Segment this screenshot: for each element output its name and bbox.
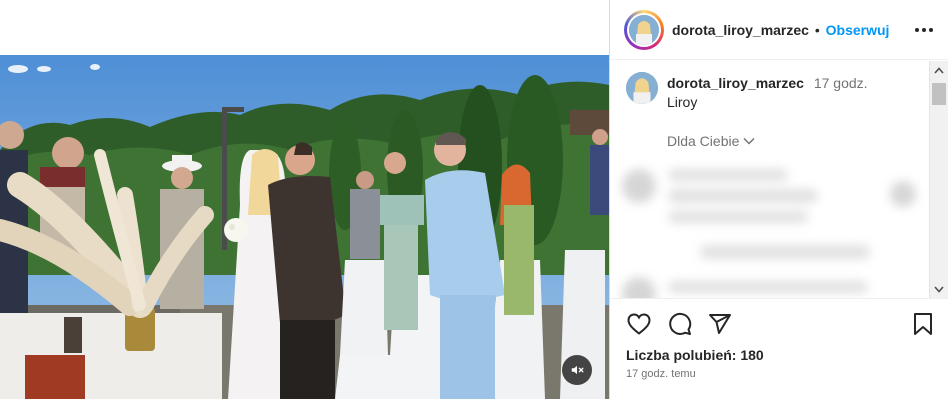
scroll-down-button[interactable] (930, 280, 948, 298)
mute-toggle-button[interactable] (562, 355, 592, 385)
heart-icon (627, 313, 651, 335)
story-ring-avatar[interactable] (624, 10, 664, 50)
save-button[interactable] (910, 311, 936, 337)
caption-time[interactable]: 17 godz. (814, 75, 868, 91)
post-header: dorota_liroy_marzec • Obserwuj (610, 0, 948, 60)
send-icon (709, 314, 731, 334)
post-timestamp[interactable]: 17 godz. temu (626, 368, 696, 380)
caption-username[interactable]: dorota_liroy_marzec (667, 75, 804, 91)
comment-button[interactable] (667, 311, 693, 337)
speaker-muted-icon (571, 365, 584, 375)
caption-text: Liroy (667, 94, 698, 110)
wedding-scene-image (0, 55, 609, 399)
post-side-panel: dorota_liroy_marzec • Obserwuj dorota_li… (609, 0, 948, 399)
chevron-up-icon (934, 66, 944, 74)
avatar (629, 15, 659, 45)
comment-filter-dropdown[interactable]: Dlda Ciebie (667, 133, 755, 149)
follow-button[interactable]: Obserwuj (826, 22, 890, 38)
header-username[interactable]: dorota_liroy_marzec (672, 22, 809, 38)
blurred-comments (610, 157, 928, 298)
post-actions: Liczba polubień: 180 17 godz. temu (610, 298, 948, 399)
more-options-button[interactable] (913, 20, 935, 40)
media-top-blank (0, 0, 609, 55)
header-separator: • (814, 22, 820, 38)
comment-filter-label: Dlda Ciebie (667, 133, 740, 149)
header-text: dorota_liroy_marzec • Obserwuj (672, 22, 889, 38)
bookmark-icon (914, 313, 932, 335)
likes-count[interactable]: Liczba polubień: 180 (626, 347, 764, 363)
post-video[interactable] (0, 55, 609, 399)
chevron-down-icon (934, 285, 944, 293)
share-button[interactable] (707, 311, 733, 337)
comments-scrollbar[interactable] (929, 61, 948, 298)
more-horizontal-icon (915, 28, 933, 32)
chevron-down-icon (743, 137, 755, 145)
like-button[interactable] (626, 311, 652, 337)
caption-header: dorota_liroy_marzec 17 godz. (667, 75, 868, 91)
caption-avatar[interactable] (626, 72, 658, 104)
scroll-up-button[interactable] (930, 61, 948, 79)
comment-icon (669, 312, 692, 335)
scrollbar-thumb[interactable] (932, 83, 946, 105)
comments-section: dorota_liroy_marzec 17 godz. Liroy Dlda … (610, 61, 948, 298)
